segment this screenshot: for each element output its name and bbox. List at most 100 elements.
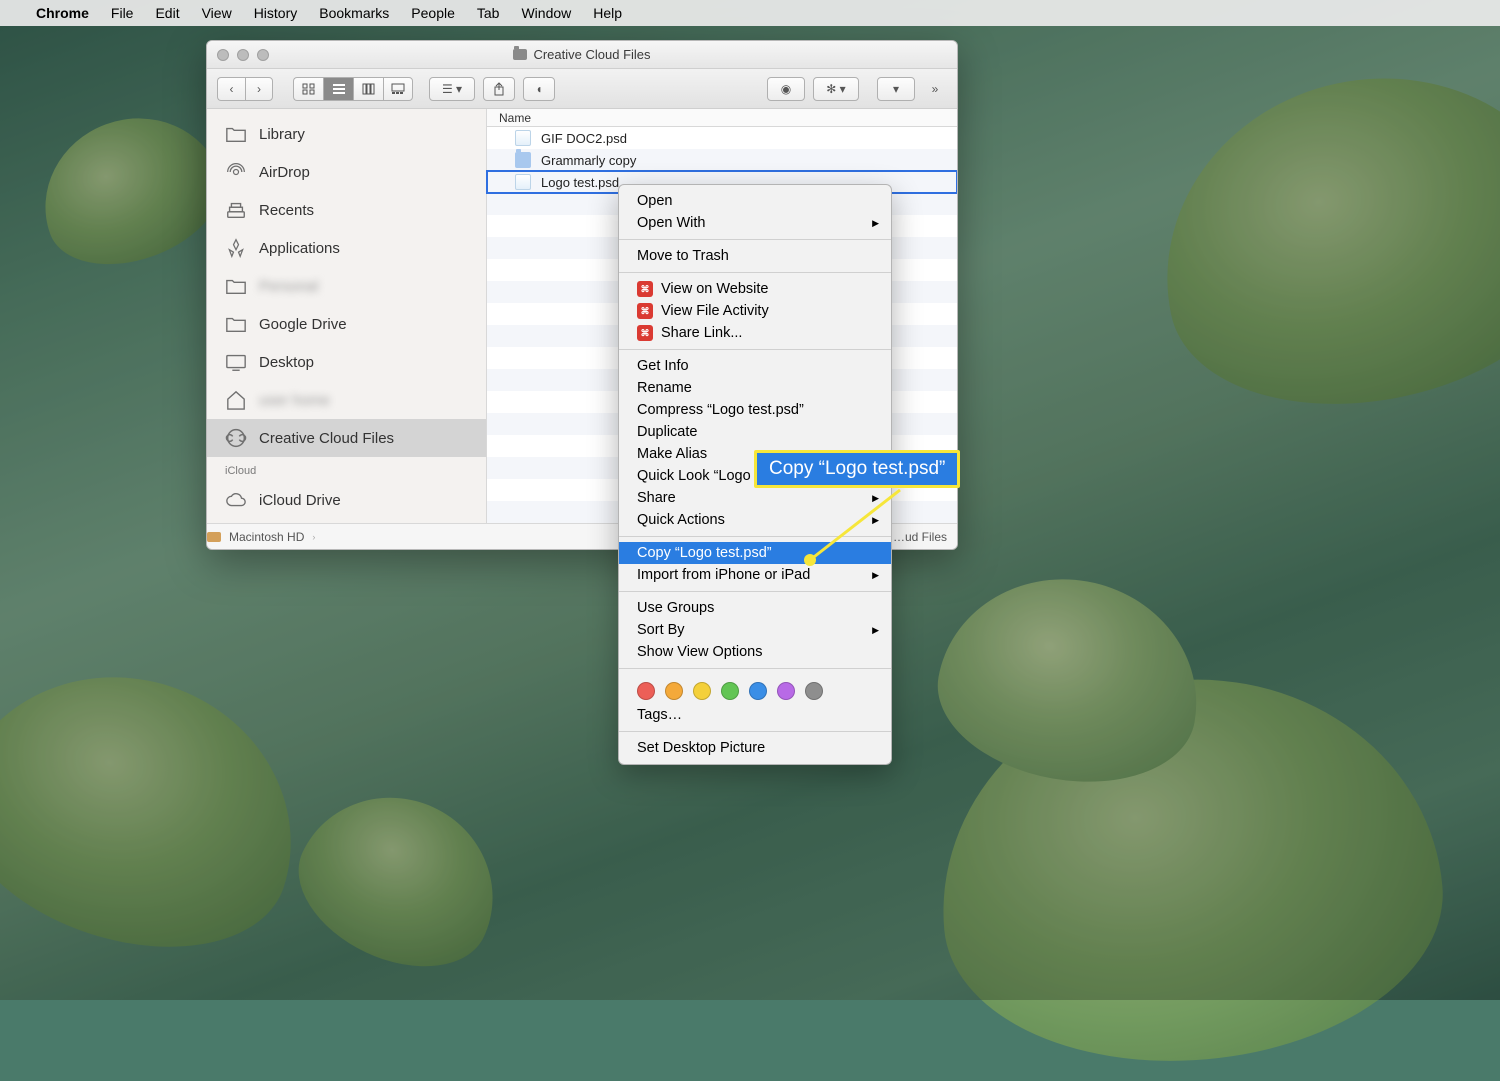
tags-button[interactable]: ◖ <box>523 77 555 101</box>
file-icon <box>515 152 531 168</box>
context-item-show-view-options[interactable]: Show View Options <box>619 641 891 663</box>
path-root[interactable]: Macintosh HD <box>229 530 304 544</box>
icloud-icon <box>225 490 247 510</box>
context-item-share-link[interactable]: ⌘ Share Link... <box>619 322 891 344</box>
annotation-callout: Copy “Logo test.psd” <box>754 450 960 488</box>
tag-color[interactable] <box>721 682 739 700</box>
sidebar-item-desktop[interactable]: Desktop <box>207 343 486 381</box>
close-button[interactable] <box>217 49 229 61</box>
context-item-view-file-activity[interactable]: ⌘View File Activity <box>619 300 891 322</box>
zoom-button[interactable] <box>257 49 269 61</box>
sidebar-item-google-drive[interactable]: Google Drive <box>207 305 486 343</box>
disk-icon <box>207 532 221 542</box>
tag-color[interactable] <box>637 682 655 700</box>
context-item-import-from-iphone-or-ipad[interactable]: Import from iPhone or iPad <box>619 564 891 586</box>
file-name: GIF DOC2.psd <box>541 131 627 146</box>
file-name: Logo test.psd <box>541 175 619 190</box>
context-separator <box>619 536 891 537</box>
file-row[interactable]: GIF DOC2.psd <box>487 127 957 149</box>
airdrop-icon <box>225 162 247 182</box>
context-item-tags[interactable]: Tags… <box>619 704 891 726</box>
folder-icon <box>225 314 247 334</box>
context-item-open-with[interactable]: Open With <box>619 212 891 234</box>
context-item-label: Open <box>637 193 672 209</box>
file-icon <box>515 174 531 190</box>
context-item-view-on-website[interactable]: ⌘View on Website <box>619 278 891 300</box>
view-gallery-button[interactable] <box>383 77 413 101</box>
context-item-label: Show View Options <box>637 644 762 660</box>
sidebar-item-airdrop[interactable]: AirDrop <box>207 153 486 191</box>
menu-history[interactable]: History <box>254 5 298 21</box>
cc-icon <box>225 428 247 448</box>
sidebar-item-user-home[interactable]: user home <box>207 381 486 419</box>
menu-edit[interactable]: Edit <box>155 5 179 21</box>
action-button[interactable]: ✻ ▾ <box>813 77 859 101</box>
view-icons-button[interactable] <box>293 77 323 101</box>
context-item-get-info[interactable]: Get Info <box>619 355 891 377</box>
path-leaf[interactable]: …ud Files <box>893 530 947 544</box>
context-item-sort-by[interactable]: Sort By <box>619 619 891 641</box>
context-item-label: Compress “Logo test.psd” <box>637 402 804 418</box>
sidebar-item-library[interactable]: Library <box>207 115 486 153</box>
tag-color[interactable] <box>693 682 711 700</box>
context-item-share[interactable]: Share <box>619 487 891 509</box>
context-item-quick-actions[interactable]: Quick Actions <box>619 509 891 531</box>
context-item-copy-logo-test-psd[interactable]: Copy “Logo test.psd” <box>619 542 891 564</box>
recents-icon <box>225 200 247 220</box>
tag-color[interactable] <box>777 682 795 700</box>
sidebar-item-recents[interactable]: Recents <box>207 191 486 229</box>
menu-file[interactable]: File <box>111 5 134 21</box>
sidebar-item-label: Creative Cloud Files <box>259 430 394 447</box>
sidebar-item-documents[interactable]: Documents <box>207 519 486 523</box>
context-item-use-groups[interactable]: Use Groups <box>619 597 891 619</box>
sidebar-item-label: Library <box>259 126 305 143</box>
context-item-label: Sort By <box>637 622 685 638</box>
tag-color[interactable] <box>665 682 683 700</box>
back-button[interactable]: ‹ <box>217 77 245 101</box>
arrange-button[interactable]: ☰ ▾ <box>429 77 475 101</box>
context-item-open[interactable]: Open <box>619 190 891 212</box>
sidebar-item-label: Recents <box>259 202 314 219</box>
column-header-name[interactable]: Name <box>487 109 957 127</box>
context-item-set-desktop-picture[interactable]: Set Desktop Picture <box>619 737 891 759</box>
quicklook-button[interactable]: ◉ <box>767 77 805 101</box>
window-title: Creative Cloud Files <box>513 47 650 62</box>
file-row[interactable]: Grammarly copy <box>487 149 957 171</box>
context-separator <box>619 731 891 732</box>
apps-icon <box>225 238 247 258</box>
context-item-label: View on Website <box>661 281 768 297</box>
overflow-button[interactable]: » <box>923 77 947 101</box>
context-item-label: Share Link... <box>661 325 742 341</box>
menu-window[interactable]: Window <box>521 5 571 21</box>
creative-cloud-icon: ⌘ <box>637 325 653 341</box>
context-item-compress-logo-test-psd[interactable]: Compress “Logo test.psd” <box>619 399 891 421</box>
context-item-duplicate[interactable]: Duplicate <box>619 421 891 443</box>
tag-color[interactable] <box>805 682 823 700</box>
forward-button[interactable]: › <box>245 77 273 101</box>
context-item-label: Import from iPhone or iPad <box>637 567 810 583</box>
window-title-text: Creative Cloud Files <box>533 47 650 62</box>
dropdown-button[interactable]: ▾ <box>877 77 915 101</box>
view-list-button[interactable] <box>323 77 353 101</box>
context-item-label: View File Activity <box>661 303 769 319</box>
context-item-label: Share <box>637 490 676 506</box>
active-app-name[interactable]: Chrome <box>36 5 89 21</box>
minimize-button[interactable] <box>237 49 249 61</box>
sidebar-item-icloud-drive[interactable]: iCloud Drive <box>207 481 486 519</box>
folder-icon <box>225 276 247 296</box>
menu-bookmarks[interactable]: Bookmarks <box>319 5 389 21</box>
sidebar-item-applications[interactable]: Applications <box>207 229 486 267</box>
context-item-label: Duplicate <box>637 424 697 440</box>
tag-color[interactable] <box>749 682 767 700</box>
view-columns-button[interactable] <box>353 77 383 101</box>
home-icon <box>225 390 247 410</box>
context-item-move-to-trash[interactable]: Move to Trash <box>619 245 891 267</box>
context-item-rename[interactable]: Rename <box>619 377 891 399</box>
menu-tab[interactable]: Tab <box>477 5 500 21</box>
menu-view[interactable]: View <box>202 5 232 21</box>
sidebar-item-creative-cloud-files[interactable]: Creative Cloud Files <box>207 419 486 457</box>
sidebar-item-personal[interactable]: Personal <box>207 267 486 305</box>
menu-people[interactable]: People <box>411 5 455 21</box>
menu-help[interactable]: Help <box>593 5 622 21</box>
share-button[interactable] <box>483 77 515 101</box>
